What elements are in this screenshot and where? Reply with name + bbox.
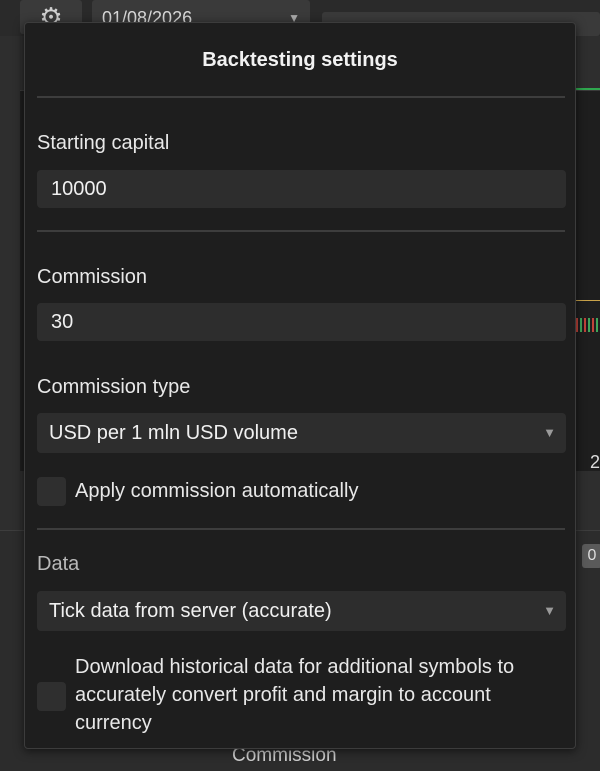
chart-candles [576, 318, 600, 332]
chevron-down-icon: ▼ [543, 603, 556, 618]
divider [37, 96, 565, 98]
apply-commission-label[interactable]: Apply commission automatically [75, 477, 358, 505]
divider [37, 528, 565, 530]
backtesting-settings-dialog: Backtesting settings Starting capital 10… [24, 22, 576, 749]
chevron-down-icon: ▼ [543, 425, 556, 440]
lower-panel-tab[interactable]: 0 [582, 544, 600, 568]
commission-type-value: USD per 1 mln USD volume [49, 422, 298, 444]
chart-line-green [572, 88, 600, 90]
commission-type-select[interactable]: USD per 1 mln USD volume ▼ [37, 413, 566, 453]
dialog-title: Backtesting settings [202, 49, 398, 71]
starting-capital-label: Starting capital [37, 132, 170, 154]
commission-label: Commission [37, 266, 148, 288]
divider [37, 230, 565, 232]
commission-input[interactable]: 30 [37, 303, 566, 341]
data-source-select[interactable]: Tick data from server (accurate) ▼ [37, 591, 566, 631]
chart-price-line [572, 300, 600, 301]
commission-type-label: Commission type [37, 376, 191, 398]
data-label: Data [37, 553, 80, 575]
starting-capital-input[interactable]: 10000 [37, 170, 566, 208]
download-historical-checkbox[interactable] [37, 682, 66, 711]
download-historical-label[interactable]: Download historical data for additional … [75, 653, 565, 737]
apply-commission-checkbox[interactable] [37, 477, 66, 506]
data-source-value: Tick data from server (accurate) [49, 600, 332, 622]
chart-axis-label: 2 [590, 452, 600, 472]
